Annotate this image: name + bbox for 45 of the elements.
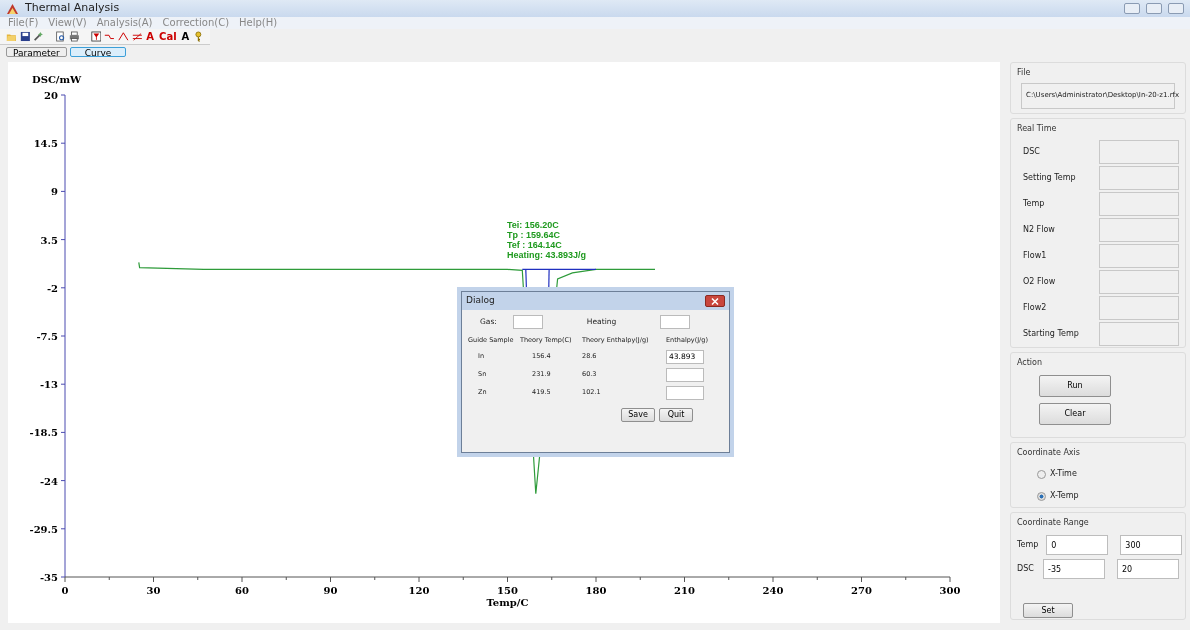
tick-label: 300 bbox=[939, 585, 961, 596]
tick-label: 0 bbox=[61, 585, 69, 596]
field-label: Temp bbox=[1022, 198, 1045, 210]
tick-label: -29.5 bbox=[29, 523, 58, 535]
axis-title: DSC/mW bbox=[32, 74, 82, 85]
field-label: Flow1 bbox=[1022, 250, 1047, 262]
tick-label: 240 bbox=[762, 585, 784, 596]
tick-label: 90 bbox=[323, 585, 338, 596]
tick-label: 270 bbox=[851, 585, 872, 596]
tick-label: 30 bbox=[146, 585, 161, 596]
tick-label: -24 bbox=[39, 475, 58, 487]
peak-annotation: Tp : 159.64C bbox=[507, 230, 561, 240]
tick-label: 9 bbox=[51, 186, 58, 198]
tick-label: 150 bbox=[497, 585, 518, 596]
tick-label: -35 bbox=[39, 572, 58, 583]
group-title: Coordinate Axis bbox=[1017, 447, 1081, 459]
tick-label: 20 bbox=[44, 90, 58, 101]
tick-label: -2 bbox=[46, 282, 58, 294]
field-label: DSC bbox=[1022, 146, 1040, 158]
group-title: Coordinate Range bbox=[1017, 517, 1090, 529]
tick-label: -13 bbox=[39, 379, 58, 391]
tick-label: -7.5 bbox=[36, 331, 58, 342]
group-title: Real Time bbox=[1017, 123, 1058, 135]
tick-label: 210 bbox=[674, 585, 695, 596]
field-label: Flow2 bbox=[1022, 302, 1047, 314]
tick-label: 120 bbox=[408, 585, 430, 596]
peak-annotation: Heating: 43.893J/g bbox=[507, 250, 587, 260]
dialog-title: Dialog bbox=[466, 294, 495, 308]
window-title: Thermal Analysis bbox=[25, 0, 120, 17]
peak-annotation: Tef : 164.14C bbox=[507, 240, 562, 250]
group-title: Action bbox=[1017, 357, 1044, 369]
field-label: DSC bbox=[1017, 563, 1035, 575]
axis-title: Temp/C bbox=[486, 597, 529, 608]
tick-label: -18.5 bbox=[29, 427, 58, 439]
tick-label: 14.5 bbox=[33, 138, 58, 150]
group-title: File bbox=[1017, 67, 1032, 79]
field-label: Setting Temp bbox=[1022, 172, 1076, 184]
field-label: N2 Flow bbox=[1022, 224, 1055, 236]
field-label: Temp bbox=[1017, 539, 1039, 551]
peak-annotation: Tei: 156.20C bbox=[507, 220, 559, 230]
field-label: Starting Temp bbox=[1022, 328, 1079, 340]
tick-label: 180 bbox=[585, 585, 607, 596]
field-label: O2 Flow bbox=[1022, 276, 1056, 288]
tick-label: 60 bbox=[235, 585, 249, 596]
tick-label: 3.5 bbox=[40, 234, 58, 246]
